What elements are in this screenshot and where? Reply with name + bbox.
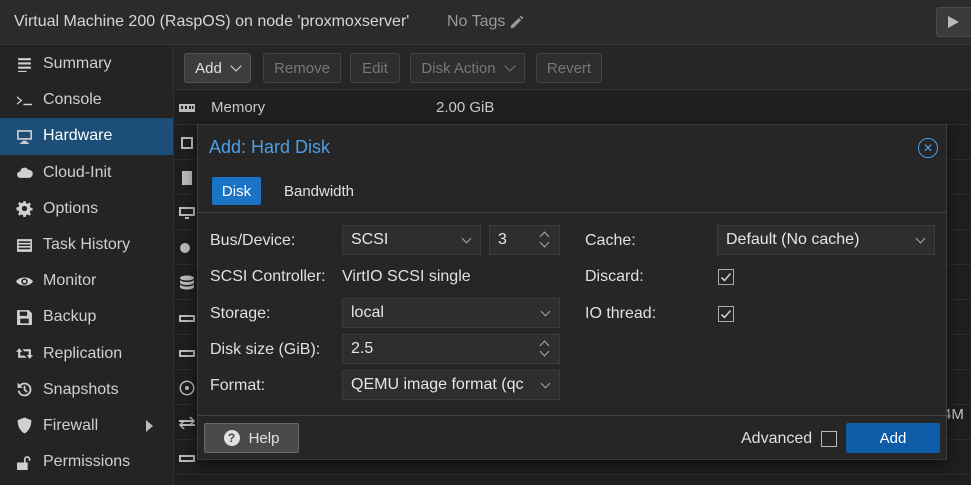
bus-select[interactable]: SCSI — [342, 225, 481, 255]
hardware-row-memory[interactable]: Memory 2.00 GiB — [175, 91, 971, 125]
spinner-icon[interactable] — [539, 339, 551, 359]
dialog-footer: ? Help Advanced Add — [198, 415, 946, 460]
retweet-icon — [14, 345, 34, 363]
disk-size-stepper[interactable]: 2.5 — [342, 334, 560, 364]
add-button[interactable]: Add — [846, 423, 940, 453]
io-thread-checkbox[interactable] — [718, 306, 734, 322]
network-icon — [178, 415, 196, 431]
chevron-down-icon — [540, 378, 551, 389]
scsi-controller-value: VirtIO SCSI single — [342, 268, 471, 285]
vm-title: Virtual Machine 200 (RaspOS) on node 'pr… — [14, 13, 410, 30]
pencil-icon[interactable] — [509, 15, 524, 30]
format-label: Format: — [210, 377, 266, 394]
check-icon — [720, 309, 732, 319]
history-icon — [14, 381, 34, 399]
hdd-icon — [178, 310, 196, 326]
hdd-icon — [178, 450, 196, 466]
discard-checkbox[interactable] — [718, 269, 734, 285]
database-icon — [178, 275, 196, 291]
sidebar-item-permissions[interactable]: Permissions — [0, 444, 173, 480]
chevron-down-icon — [540, 306, 551, 317]
gears-icon — [178, 240, 196, 256]
play-icon — [948, 16, 959, 28]
tab-disk[interactable]: Disk — [212, 177, 261, 205]
shield-icon — [14, 417, 34, 435]
sidebar-item-console[interactable]: Console — [0, 82, 173, 118]
discard-label: Discard: — [585, 268, 644, 285]
bus-device-label: Bus/Device: — [210, 232, 296, 249]
tab-bandwidth[interactable]: Bandwidth — [274, 177, 364, 205]
chevron-down-icon — [230, 60, 242, 72]
help-button[interactable]: ? Help — [204, 423, 299, 453]
hardware-toolbar: Add Remove Edit Disk Action Revert — [175, 46, 971, 90]
console-icon — [14, 91, 34, 109]
close-icon[interactable]: ✕ — [918, 138, 938, 158]
add-hard-disk-dialog: Add: Hard Disk ✕ Disk Bandwidth Bus/Devi… — [197, 124, 947, 460]
storage-label: Storage: — [210, 305, 271, 322]
chevron-down-icon — [503, 60, 516, 72]
summary-icon — [14, 55, 34, 73]
disk-form: Bus/Device: SCSI 3 SCSI Controller: Virt… — [198, 214, 946, 414]
monitor-icon — [14, 127, 34, 145]
edit-button[interactable]: Edit — [350, 53, 400, 83]
storage-select[interactable]: local — [342, 298, 560, 328]
sidebar-item-cloud-init[interactable]: Cloud-Init — [0, 155, 173, 191]
advanced-label: Advanced — [741, 430, 813, 447]
cache-label: Cache: — [585, 232, 636, 249]
sidebar-item-snapshots[interactable]: Snapshots — [0, 372, 173, 408]
device-number-stepper[interactable]: 3 — [489, 225, 560, 255]
io-thread-label: IO thread: — [585, 305, 657, 322]
gear-icon — [14, 200, 34, 218]
scsi-controller-label: SCSI Controller: — [210, 268, 326, 285]
eye-icon — [14, 272, 34, 290]
add-dropdown-button[interactable]: Add — [184, 53, 251, 83]
sidebar-item-options[interactable]: Options — [0, 191, 173, 227]
sidebar-item-firewall[interactable]: Firewall — [0, 408, 173, 444]
disk-action-button[interactable]: Disk Action — [410, 53, 525, 83]
cloud-icon — [14, 164, 34, 182]
list-icon — [14, 236, 34, 254]
question-icon: ? — [223, 430, 240, 446]
expand-arrow-icon[interactable] — [146, 419, 153, 432]
revert-button[interactable]: Revert — [536, 53, 602, 83]
sidebar-item-hardware[interactable]: Hardware — [0, 118, 173, 155]
remove-button[interactable]: Remove — [263, 53, 341, 83]
bios-icon — [178, 170, 196, 186]
sidebar-item-replication[interactable]: Replication — [0, 336, 173, 372]
sidebar-item-summary[interactable]: Summary — [0, 46, 173, 82]
sidebar-item-backup[interactable]: Backup — [0, 299, 173, 335]
floppy-icon — [14, 308, 34, 326]
tags-area[interactable]: No Tags — [447, 13, 524, 31]
chevron-down-icon — [461, 233, 472, 244]
display-icon — [178, 205, 196, 221]
memory-icon — [178, 100, 196, 116]
format-select[interactable]: QEMU image format (qc — [342, 370, 560, 400]
hdd-icon — [178, 345, 196, 361]
sidebar-item-task-history[interactable]: Task History — [0, 227, 173, 263]
start-button[interactable] — [936, 7, 971, 37]
chevron-down-icon — [915, 233, 926, 244]
cache-select[interactable]: Default (No cache) — [717, 225, 935, 255]
spinner-icon[interactable] — [539, 230, 551, 250]
cdrom-icon — [178, 380, 196, 396]
disk-size-label: Disk size (GiB): — [210, 341, 321, 358]
check-icon — [720, 272, 732, 282]
unlock-icon — [14, 453, 34, 471]
vm-header: Virtual Machine 200 (RaspOS) on node 'pr… — [0, 0, 971, 45]
tags-label: No Tags — [447, 13, 506, 30]
cpu-icon — [178, 135, 196, 151]
advanced-checkbox[interactable] — [821, 431, 837, 447]
sidebar-item-monitor[interactable]: Monitor — [0, 263, 173, 299]
dialog-title: Add: Hard Disk — [209, 137, 331, 157]
vm-sidebar: Summary Console Hardware Cloud-Init Opti… — [0, 46, 174, 485]
dialog-tabs: Disk Bandwidth — [198, 173, 946, 213]
